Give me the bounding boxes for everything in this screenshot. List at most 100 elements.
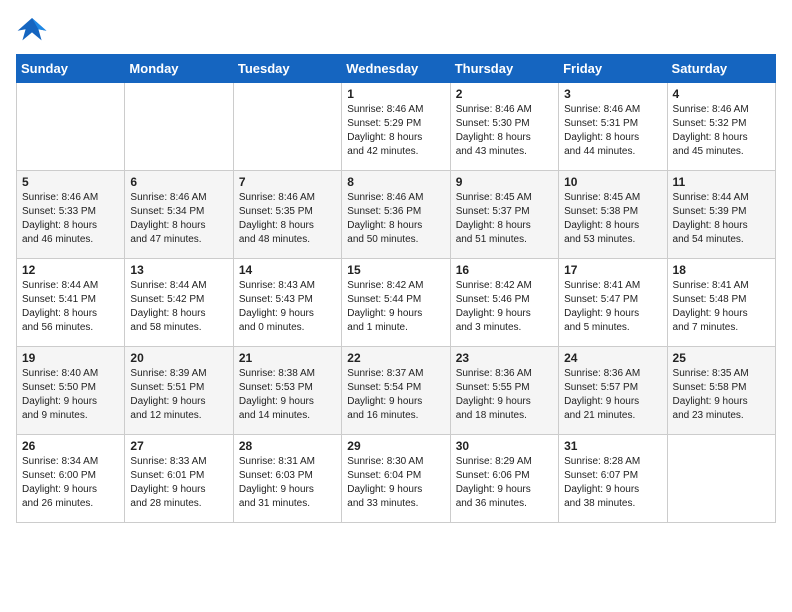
calendar-cell: 10 Sunrise: 8:45 AM Sunset: 5:38 PM Dayli… [559, 171, 667, 259]
cell-content: Sunrise: 8:42 AM Sunset: 5:46 PM Dayligh… [456, 279, 553, 335]
calendar-cell: 18 Sunrise: 8:41 AM Sunset: 5:48 PM Dayli… [667, 259, 775, 347]
page-header [16, 16, 776, 44]
day-number: 7 [239, 175, 336, 189]
calendar-cell: 1 Sunrise: 8:46 AM Sunset: 5:29 PM Daylig… [342, 83, 450, 171]
weekday-header-monday: Monday [125, 55, 233, 83]
calendar-cell: 20 Sunrise: 8:39 AM Sunset: 5:51 PM Dayli… [125, 347, 233, 435]
calendar-cell: 13Sunrise: 8:44 AM Sunset: 5:42 PM Dayli… [125, 259, 233, 347]
day-number: 26 [22, 439, 119, 453]
calendar-week-row: 12Sunrise: 8:44 AM Sunset: 5:41 PM Dayli… [17, 259, 776, 347]
weekday-header-sunday: Sunday [17, 55, 125, 83]
cell-content: Sunrise: 8:41 AM Sunset: 5:48 PM Dayligh… [673, 279, 770, 335]
calendar-cell: 31Sunrise: 8:28 AM Sunset: 6:07 PM Dayli… [559, 435, 667, 523]
cell-content: Sunrise: 8:46 AM Sunset: 5:33 PM Dayligh… [22, 191, 119, 247]
cell-content: Sunrise: 8:46 AM Sunset: 5:31 PM Dayligh… [564, 103, 661, 159]
cell-content: Sunrise: 8:37 AM Sunset: 5:54 PM Dayligh… [347, 367, 444, 423]
day-number: 16 [456, 263, 553, 277]
calendar-cell: 26 Sunrise: 8:34 AM Sunset: 6:00 PM Dayli… [17, 435, 125, 523]
cell-content: Sunrise: 8:38 AM Sunset: 5:53 PM Dayligh… [239, 367, 336, 423]
cell-content: Sunrise: 8:33 AM Sunset: 6:01 PM Dayligh… [130, 455, 227, 511]
cell-content: Sunrise: 8:43 AM Sunset: 5:43 PM Dayligh… [239, 279, 336, 335]
day-number: 15 [347, 263, 444, 277]
cell-content: Sunrise: 8:46 AM Sunset: 5:35 PM Dayligh… [239, 191, 336, 247]
logo [16, 16, 52, 44]
day-number: 18 [673, 263, 770, 277]
calendar-cell: 25Sunrise: 8:35 AM Sunset: 5:58 PM Dayli… [667, 347, 775, 435]
cell-content: Sunrise: 8:31 AM Sunset: 6:03 PM Dayligh… [239, 455, 336, 511]
cell-content: Sunrise: 8:41 AM Sunset: 5:47 PM Dayligh… [564, 279, 661, 335]
day-number: 9 [456, 175, 553, 189]
calendar-cell: 8Sunrise: 8:46 AM Sunset: 5:36 PM Daylig… [342, 171, 450, 259]
calendar-cell: 4 Sunrise: 8:46 AM Sunset: 5:32 PM Daylig… [667, 83, 775, 171]
calendar-cell: 30 Sunrise: 8:29 AM Sunset: 6:06 PM Dayli… [450, 435, 558, 523]
weekday-header-thursday: Thursday [450, 55, 558, 83]
calendar-week-row: 26 Sunrise: 8:34 AM Sunset: 6:00 PM Dayli… [17, 435, 776, 523]
calendar-cell: 14 Sunrise: 8:43 AM Sunset: 5:43 PM Dayli… [233, 259, 341, 347]
day-number: 22 [347, 351, 444, 365]
logo-icon [16, 16, 48, 44]
calendar-cell [17, 83, 125, 171]
day-number: 6 [130, 175, 227, 189]
calendar-cell: 7 Sunrise: 8:46 AM Sunset: 5:35 PM Daylig… [233, 171, 341, 259]
cell-content: Sunrise: 8:36 AM Sunset: 5:57 PM Dayligh… [564, 367, 661, 423]
day-number: 25 [673, 351, 770, 365]
day-number: 8 [347, 175, 444, 189]
calendar-cell: 15Sunrise: 8:42 AM Sunset: 5:44 PM Dayli… [342, 259, 450, 347]
day-number: 1 [347, 87, 444, 101]
calendar-cell [667, 435, 775, 523]
day-number: 20 [130, 351, 227, 365]
calendar-cell: 28 Sunrise: 8:31 AM Sunset: 6:03 PM Dayli… [233, 435, 341, 523]
calendar-cell: 11 Sunrise: 8:44 AM Sunset: 5:39 PM Dayli… [667, 171, 775, 259]
calendar-cell [125, 83, 233, 171]
cell-content: Sunrise: 8:30 AM Sunset: 6:04 PM Dayligh… [347, 455, 444, 511]
calendar-table: SundayMondayTuesdayWednesdayThursdayFrid… [16, 54, 776, 523]
weekday-header-saturday: Saturday [667, 55, 775, 83]
cell-content: Sunrise: 8:46 AM Sunset: 5:29 PM Dayligh… [347, 103, 444, 159]
day-number: 12 [22, 263, 119, 277]
cell-content: Sunrise: 8:46 AM Sunset: 5:32 PM Dayligh… [673, 103, 770, 159]
day-number: 23 [456, 351, 553, 365]
calendar-cell: 22 Sunrise: 8:37 AM Sunset: 5:54 PM Dayli… [342, 347, 450, 435]
day-number: 29 [347, 439, 444, 453]
cell-content: Sunrise: 8:45 AM Sunset: 5:37 PM Dayligh… [456, 191, 553, 247]
calendar-cell: 24 Sunrise: 8:36 AM Sunset: 5:57 PM Dayli… [559, 347, 667, 435]
weekday-header-row: SundayMondayTuesdayWednesdayThursdayFrid… [17, 55, 776, 83]
day-number: 17 [564, 263, 661, 277]
calendar-cell: 21 Sunrise: 8:38 AM Sunset: 5:53 PM Dayli… [233, 347, 341, 435]
calendar-cell: 12Sunrise: 8:44 AM Sunset: 5:41 PM Dayli… [17, 259, 125, 347]
day-number: 2 [456, 87, 553, 101]
cell-content: Sunrise: 8:46 AM Sunset: 5:30 PM Dayligh… [456, 103, 553, 159]
day-number: 21 [239, 351, 336, 365]
calendar-cell: 23 Sunrise: 8:36 AM Sunset: 5:55 PM Dayli… [450, 347, 558, 435]
calendar-cell: 3 Sunrise: 8:46 AM Sunset: 5:31 PM Daylig… [559, 83, 667, 171]
cell-content: Sunrise: 8:46 AM Sunset: 5:34 PM Dayligh… [130, 191, 227, 247]
calendar-cell: 27 Sunrise: 8:33 AM Sunset: 6:01 PM Dayli… [125, 435, 233, 523]
calendar-week-row: 5 Sunrise: 8:46 AM Sunset: 5:33 PM Daylig… [17, 171, 776, 259]
day-number: 11 [673, 175, 770, 189]
day-number: 10 [564, 175, 661, 189]
calendar-cell: 6 Sunrise: 8:46 AM Sunset: 5:34 PM Daylig… [125, 171, 233, 259]
calendar-cell: 17 Sunrise: 8:41 AM Sunset: 5:47 PM Dayli… [559, 259, 667, 347]
day-number: 3 [564, 87, 661, 101]
day-number: 5 [22, 175, 119, 189]
cell-content: Sunrise: 8:34 AM Sunset: 6:00 PM Dayligh… [22, 455, 119, 511]
cell-content: Sunrise: 8:39 AM Sunset: 5:51 PM Dayligh… [130, 367, 227, 423]
cell-content: Sunrise: 8:44 AM Sunset: 5:39 PM Dayligh… [673, 191, 770, 247]
calendar-cell: 5 Sunrise: 8:46 AM Sunset: 5:33 PM Daylig… [17, 171, 125, 259]
cell-content: Sunrise: 8:29 AM Sunset: 6:06 PM Dayligh… [456, 455, 553, 511]
cell-content: Sunrise: 8:28 AM Sunset: 6:07 PM Dayligh… [564, 455, 661, 511]
day-number: 30 [456, 439, 553, 453]
cell-content: Sunrise: 8:45 AM Sunset: 5:38 PM Dayligh… [564, 191, 661, 247]
calendar-week-row: 1 Sunrise: 8:46 AM Sunset: 5:29 PM Daylig… [17, 83, 776, 171]
day-number: 28 [239, 439, 336, 453]
weekday-header-friday: Friday [559, 55, 667, 83]
day-number: 4 [673, 87, 770, 101]
calendar-cell: 16 Sunrise: 8:42 AM Sunset: 5:46 PM Dayli… [450, 259, 558, 347]
cell-content: Sunrise: 8:36 AM Sunset: 5:55 PM Dayligh… [456, 367, 553, 423]
cell-content: Sunrise: 8:40 AM Sunset: 5:50 PM Dayligh… [22, 367, 119, 423]
day-number: 19 [22, 351, 119, 365]
calendar-week-row: 19 Sunrise: 8:40 AM Sunset: 5:50 PM Dayli… [17, 347, 776, 435]
day-number: 24 [564, 351, 661, 365]
day-number: 14 [239, 263, 336, 277]
day-number: 27 [130, 439, 227, 453]
